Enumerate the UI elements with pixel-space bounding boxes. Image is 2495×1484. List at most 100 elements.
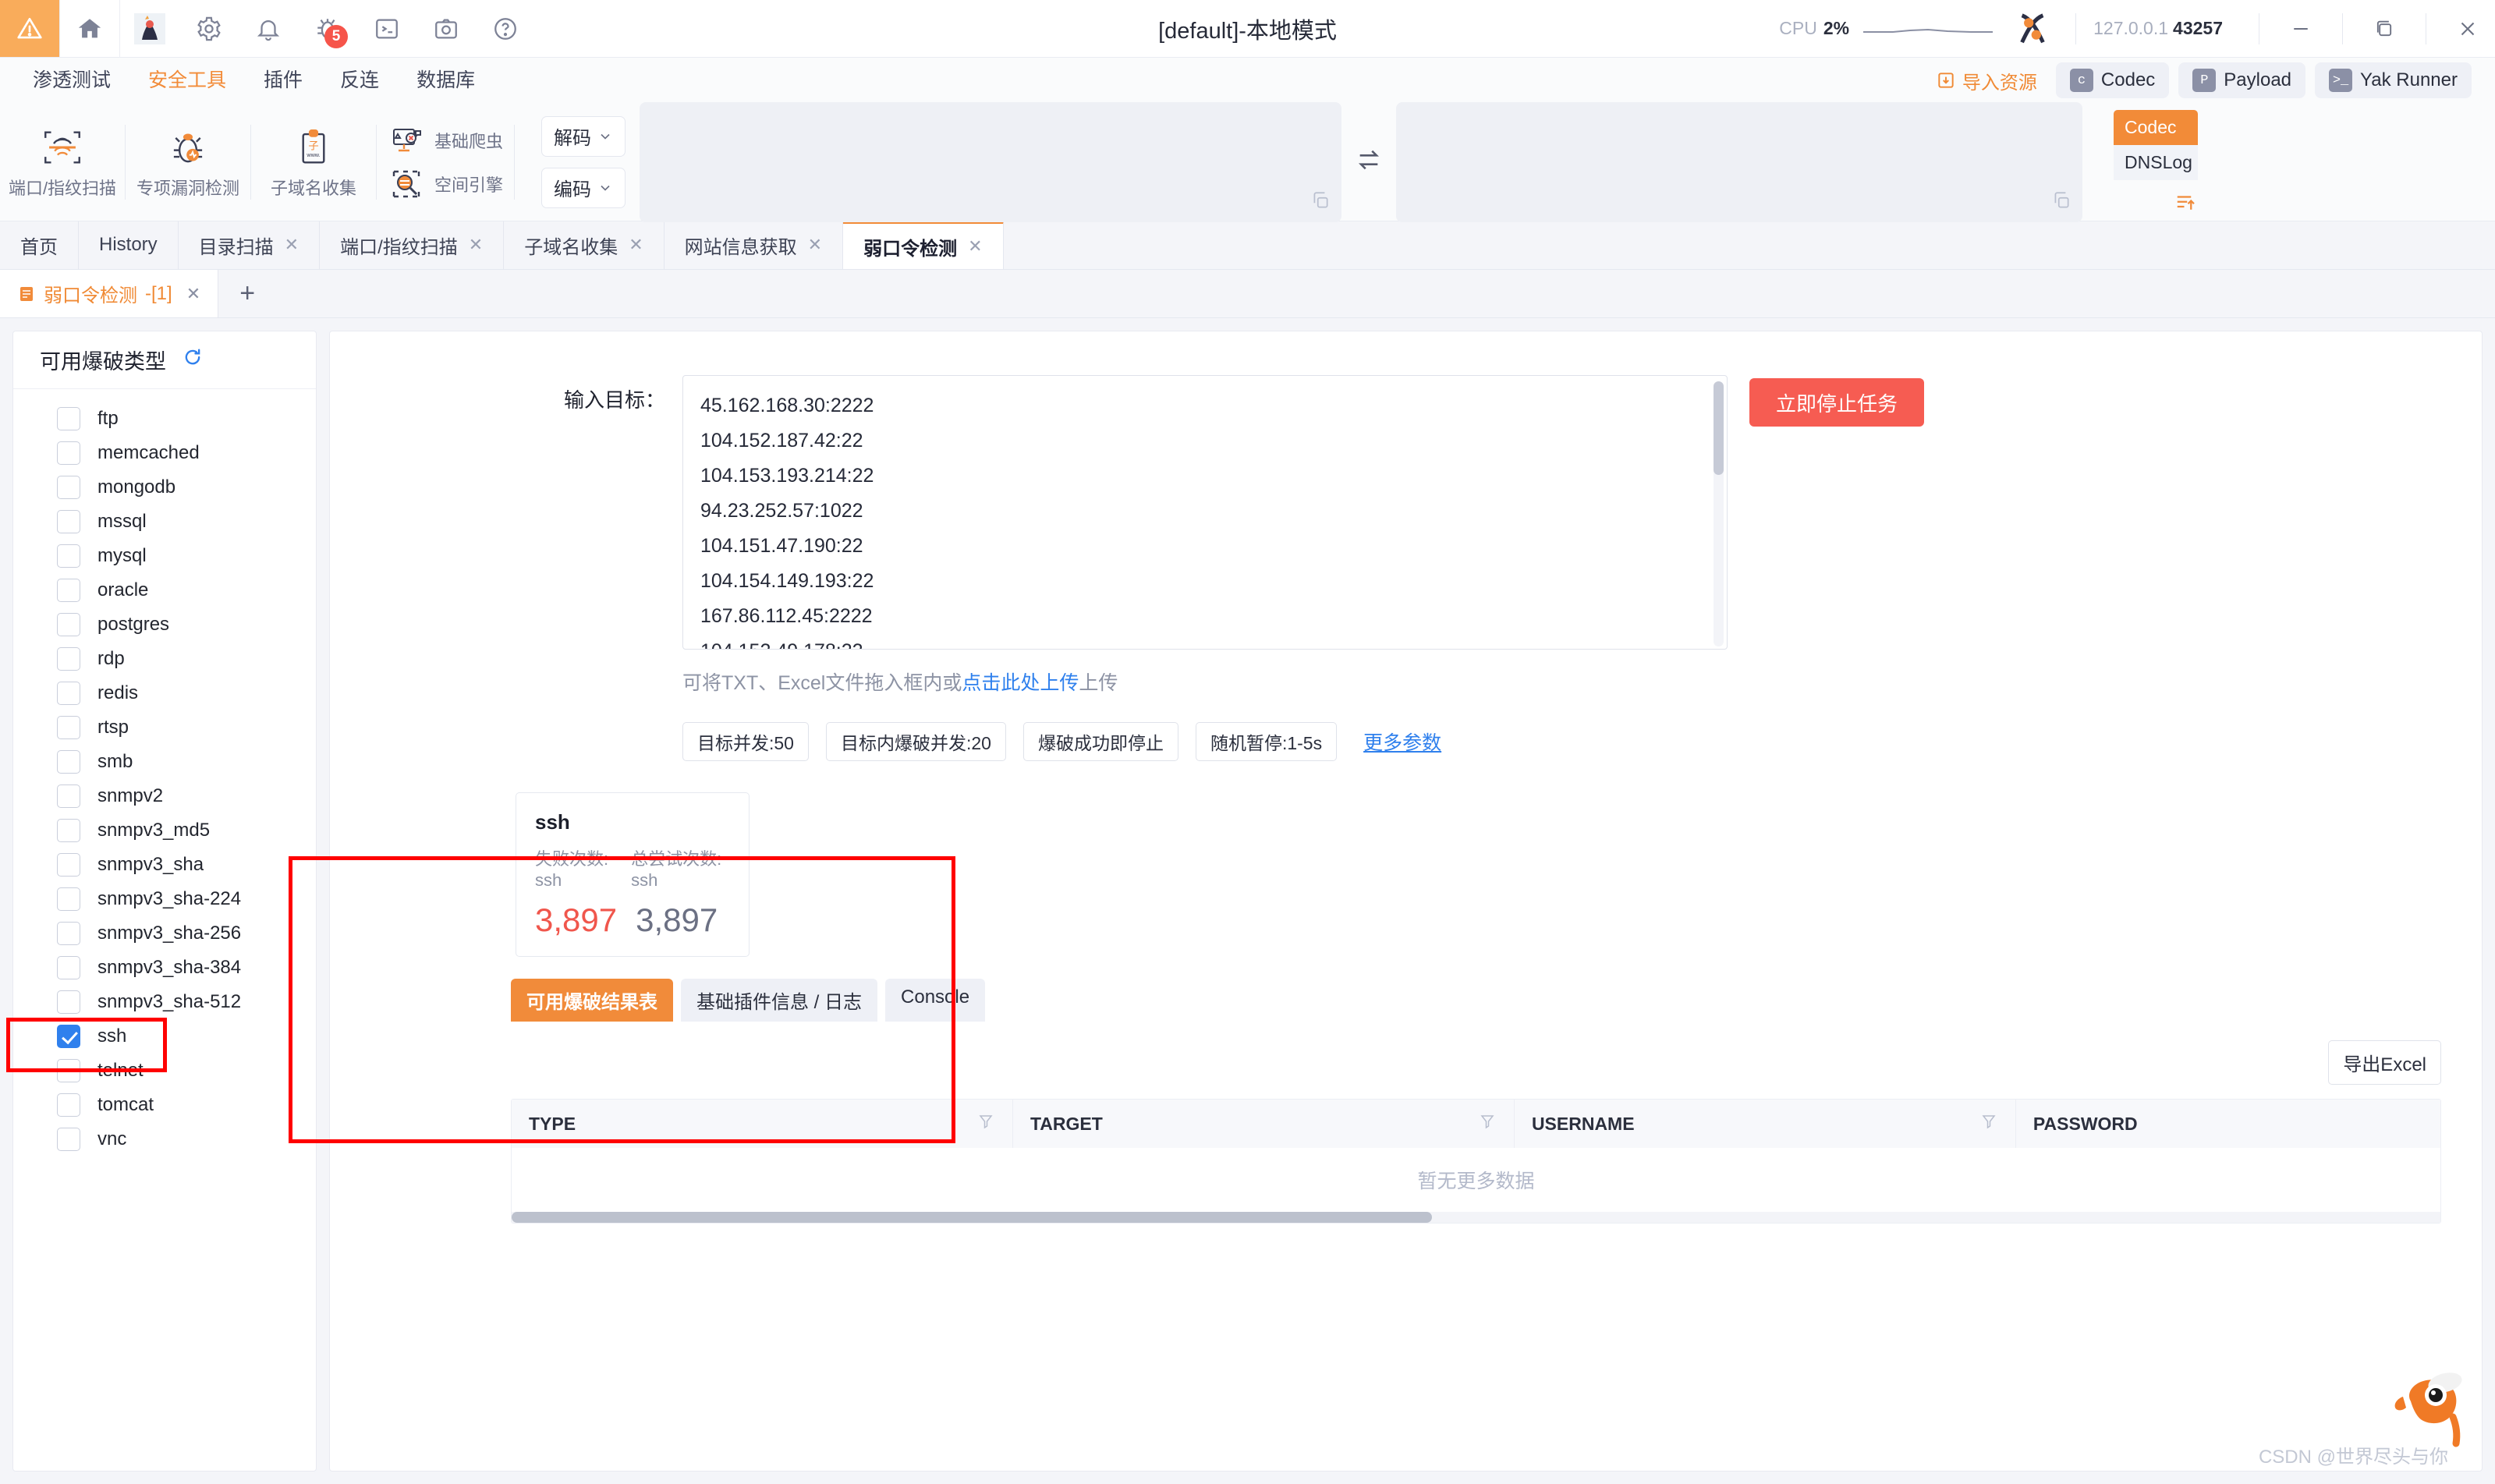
- table-header-password[interactable]: PASSWORD: [2016, 1100, 2440, 1148]
- brute-type-item[interactable]: snmpv3_sha-256: [13, 916, 316, 951]
- menu-item-2[interactable]: 插件: [245, 58, 321, 103]
- checkbox-vnc[interactable]: [57, 1128, 80, 1151]
- param-random-delay[interactable]: 随机暂停:1-5s: [1195, 722, 1338, 761]
- menu-item-0[interactable]: 渗透测试: [14, 58, 129, 103]
- checkbox-mongodb[interactable]: [57, 476, 80, 499]
- table-header-type[interactable]: TYPE: [512, 1100, 1013, 1148]
- camera-icon[interactable]: [416, 0, 476, 58]
- close-icon[interactable]: ✕: [186, 284, 200, 304]
- close-button[interactable]: [2444, 0, 2492, 58]
- checkbox-postgres[interactable]: [57, 613, 80, 636]
- close-icon[interactable]: ✕: [629, 235, 643, 255]
- checkbox-snmpv3-sha-256[interactable]: [57, 922, 80, 945]
- brute-type-item[interactable]: postgres: [13, 607, 316, 642]
- result-tab-console[interactable]: Console: [885, 979, 986, 1022]
- filter-icon[interactable]: [1979, 1112, 1998, 1135]
- checkbox-snmpv3-sha-512[interactable]: [57, 990, 80, 1014]
- tab-weak-password-detect[interactable]: 弱口令检测 ✕: [843, 221, 1004, 269]
- checkbox-tomcat[interactable]: [57, 1093, 80, 1117]
- side-tab-dnslog[interactable]: DNSLog: [2114, 144, 2199, 180]
- tab-home[interactable]: 首页: [0, 221, 79, 269]
- brute-type-item[interactable]: smb: [13, 745, 316, 779]
- payload-chip-button[interactable]: P Payload: [2178, 62, 2306, 98]
- stop-task-button[interactable]: 立即停止任务: [1749, 378, 1925, 427]
- checkbox-mysql[interactable]: [57, 544, 80, 568]
- swap-icon[interactable]: [1356, 147, 1382, 177]
- brute-type-item[interactable]: vnc: [13, 1122, 316, 1156]
- brute-type-item[interactable]: snmpv3_md5: [13, 813, 316, 848]
- close-icon[interactable]: ✕: [469, 235, 483, 255]
- home-icon[interactable]: [60, 0, 119, 58]
- menu-item-4[interactable]: 数据库: [398, 58, 494, 103]
- decode-select[interactable]: 解码: [541, 115, 626, 157]
- brute-type-item[interactable]: ssh: [13, 1019, 316, 1054]
- checkbox-telnet[interactable]: [57, 1059, 80, 1082]
- tool-subdomain-collect[interactable]: 子 www. 子域名收集: [251, 103, 376, 221]
- gear-icon[interactable]: [179, 0, 239, 58]
- checkbox-ssh[interactable]: [57, 1025, 80, 1048]
- result-tab-plugin-log[interactable]: 基础插件信息 / 日志: [681, 979, 878, 1022]
- filter-icon[interactable]: [1478, 1112, 1497, 1135]
- brute-type-item[interactable]: memcached: [13, 436, 316, 470]
- tab-history[interactable]: History: [79, 221, 179, 269]
- param-inner-concurrency[interactable]: 目标内爆破并发:20: [825, 722, 1006, 761]
- subtab-weak-password-1[interactable]: 弱口令检测 -[1] ✕: [0, 270, 219, 317]
- brute-type-item[interactable]: snmpv3_sha-384: [13, 951, 316, 985]
- bug-icon[interactable]: 5: [298, 0, 357, 58]
- param-stop-on-success[interactable]: 爆破成功即停止: [1022, 722, 1178, 761]
- tool-space-engine[interactable]: 空间引擎: [388, 165, 503, 203]
- target-scrollbar[interactable]: [1714, 381, 1724, 646]
- brute-type-item[interactable]: oracle: [13, 573, 316, 607]
- close-icon[interactable]: ✕: [285, 235, 299, 255]
- brute-type-item[interactable]: mssql: [13, 505, 316, 539]
- refresh-icon[interactable]: [182, 346, 204, 374]
- more-params-link[interactable]: 更多参数: [1363, 728, 1441, 756]
- avatar-icon[interactable]: [120, 0, 179, 58]
- brute-type-item[interactable]: snmpv3_sha: [13, 848, 316, 882]
- tab-dir-scan[interactable]: 目录扫描 ✕: [178, 221, 321, 269]
- brute-type-item[interactable]: mongodb: [13, 470, 316, 505]
- copy-icon[interactable]: [1310, 190, 1331, 214]
- table-header-username[interactable]: USERNAME: [1515, 1100, 2016, 1148]
- help-icon[interactable]: [476, 0, 535, 58]
- add-subtab-button[interactable]: +: [218, 270, 276, 317]
- codec-chip-button[interactable]: c Codec: [2055, 62, 2170, 98]
- codec-input-box[interactable]: [640, 101, 1342, 222]
- tab-port-fingerprint-scan[interactable]: 端口/指纹扫描 ✕: [320, 221, 505, 269]
- import-resource-button[interactable]: 导入资源: [1926, 67, 2047, 94]
- checkbox-snmpv3-sha[interactable]: [57, 853, 80, 877]
- brute-type-item[interactable]: tomcat: [13, 1088, 316, 1122]
- brute-type-item[interactable]: redis: [13, 676, 316, 710]
- upload-link[interactable]: 点击此处上传: [962, 672, 1079, 694]
- table-horizontal-scrollbar[interactable]: [512, 1212, 2440, 1223]
- terminal-icon[interactable]: [357, 0, 416, 58]
- checkbox-snmpv3-sha-224[interactable]: [57, 887, 80, 911]
- brute-type-item[interactable]: rdp: [13, 642, 316, 676]
- brute-type-item[interactable]: snmpv3_sha-512: [13, 985, 316, 1019]
- brute-type-item[interactable]: snmpv3_sha-224: [13, 882, 316, 916]
- tool-vuln-detect[interactable]: 专项漏洞检测: [126, 103, 250, 221]
- codec-output-box[interactable]: [1396, 101, 2083, 222]
- brute-type-item[interactable]: mysql: [13, 539, 316, 573]
- tab-website-info[interactable]: 网站信息获取 ✕: [664, 221, 844, 269]
- checkbox-smb[interactable]: [57, 750, 80, 774]
- menu-item-3[interactable]: 反连: [321, 58, 398, 103]
- table-header-target[interactable]: TARGET: [1013, 1100, 1515, 1148]
- checkbox-snmpv2[interactable]: [57, 785, 80, 808]
- checkbox-redis[interactable]: [57, 682, 80, 705]
- target-input[interactable]: [682, 375, 1728, 650]
- side-tab-codec[interactable]: Codec: [2114, 109, 2199, 145]
- copy-icon[interactable]: [2051, 190, 2071, 214]
- checkbox-rdp[interactable]: [57, 647, 80, 671]
- close-icon[interactable]: ✕: [808, 235, 822, 255]
- checkbox-mssql[interactable]: [57, 510, 80, 533]
- brute-type-item[interactable]: ftp: [13, 402, 316, 436]
- yak-runner-chip-button[interactable]: >_ Yak Runner: [2315, 62, 2472, 98]
- brute-type-item[interactable]: telnet: [13, 1054, 316, 1088]
- checkbox-ftp[interactable]: [57, 407, 80, 430]
- filter-icon[interactable]: [976, 1112, 995, 1135]
- brute-type-item[interactable]: snmpv2: [13, 779, 316, 813]
- checkbox-memcached[interactable]: [57, 441, 80, 465]
- checkbox-snmpv3-md5[interactable]: [57, 819, 80, 842]
- minimize-button[interactable]: [2277, 0, 2325, 58]
